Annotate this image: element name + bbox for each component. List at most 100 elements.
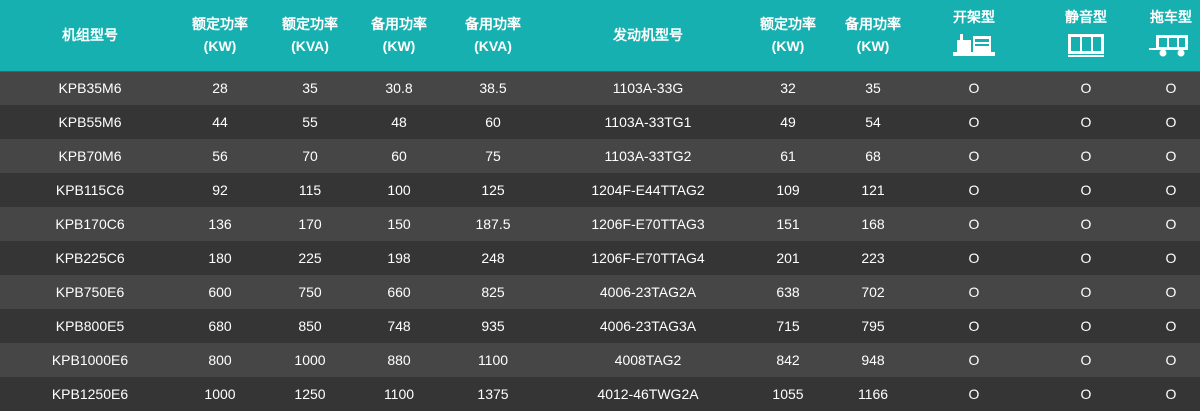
cell-silent: O [1080, 182, 1092, 198]
cell-open-frame: O [968, 386, 980, 402]
cell-trailer: O [1165, 318, 1177, 334]
cell-silent: O [1080, 318, 1092, 334]
table-row: KPB225C6 180 225 198 248 1206F-E70TTAG4 201 223… [0, 241, 1200, 275]
header-engine-rated-kw: 额定功率 (KW) [748, 0, 828, 71]
cell-standby-kw: 1100 [383, 386, 415, 402]
table-row: KPB70M6 56 70 60 75 1103A-33TG2 61 68 O O O [0, 139, 1200, 173]
cell-model: KPB1250E6 [51, 386, 129, 402]
cell-trailer: O [1165, 182, 1177, 198]
cell-rated-kw: 56 [212, 148, 228, 164]
cell-standby-kw: 150 [387, 216, 411, 232]
trailer-generator-icon [1149, 35, 1188, 57]
cell-engine-rated-kw: 201 [776, 250, 800, 266]
header-standby-kw-unit: (KW) [382, 38, 416, 55]
cell-engine-rated-kw: 151 [776, 216, 800, 232]
cell-engine-rated-kw: 61 [780, 148, 796, 164]
cell-standby-kva: 125 [481, 182, 505, 198]
header-standby-kva-label: 备用功率 [465, 16, 521, 33]
header-standby-kva: 备用功率 (KVA) [438, 0, 548, 71]
cell-rated-kva: 1000 [294, 352, 326, 368]
cell-engine: 4006-23TAG3A [599, 318, 697, 334]
cell-standby-kw: 660 [387, 284, 411, 300]
cell-model: KPB70M6 [58, 148, 122, 164]
cell-engine-standby-kw: 795 [861, 318, 885, 334]
cell-engine-standby-kw: 68 [865, 148, 881, 164]
cell-trailer: O [1142, 70, 1200, 105]
cell-engine-standby-kw: 54 [865, 114, 881, 130]
cell-engine-standby-kw: 168 [861, 216, 885, 232]
header-standby-kw: 备用功率 (KW) [360, 0, 438, 71]
cell-silent: O [1080, 114, 1092, 130]
cell-engine-rated-kw: 842 [776, 352, 800, 368]
table-row: KPB170C6 136 170 150 187.5 1206F-E70TTAG3 151 1… [0, 207, 1200, 241]
cell-engine: 1206F-E70TTAG3 [591, 216, 705, 232]
cell-engine: 1103A-33TG2 [604, 148, 692, 164]
table-row: KPB800E5 680 850 748 935 4006-23TAG3A 715 795 O O… [0, 309, 1200, 343]
table-row: KPB1000E6 800 1000 880 1100 4008TAG2 842 948 O O O [0, 343, 1200, 377]
cell-standby-kw: 880 [387, 352, 411, 368]
cell-engine: 1103A-33TG1 [604, 114, 692, 130]
cell-rated-kw: 600 [208, 284, 232, 300]
cell-rated-kva: 850 [298, 318, 322, 334]
header-silent: 静音型 [1030, 0, 1142, 71]
silent-generator-icon [1068, 34, 1104, 58]
open-frame-generator-icon [953, 34, 995, 57]
header-rated-kva: 额定功率 (KVA) [260, 0, 360, 71]
cell-engine-rated-kw: 638 [776, 284, 800, 300]
header-rated-kw-unit: (KW) [203, 38, 237, 55]
cell-standby-kva: 75 [485, 148, 501, 164]
cell-rated-kw: 28 [180, 70, 260, 105]
header-rated-kw-label: 额定功率 [192, 16, 248, 33]
header-rated-kva-label: 额定功率 [282, 16, 338, 33]
header-engine-standby-kw-label: 备用功率 [845, 16, 901, 33]
cell-trailer: O [1165, 216, 1177, 232]
cell-engine-standby-kw: 1166 [857, 386, 889, 402]
cell-model: KPB55M6 [58, 114, 122, 130]
cell-open-frame: O [968, 148, 980, 164]
cell-open-frame: O [968, 352, 980, 368]
cell-silent: O [1080, 148, 1092, 164]
cell-silent: O [1080, 352, 1092, 368]
generator-spec-table: 机组型号 额定功率 (KW) 额定功率 (KVA) 备用功率 (KW) 备用功率… [0, 0, 1200, 411]
cell-trailer: O [1165, 352, 1177, 368]
cell-engine-rated-kw: 32 [748, 70, 828, 105]
cell-open-frame: O [968, 284, 980, 300]
table-row: KPB115C6 92 115 100 125 1204F-E44TTAG2 109 121 O… [0, 173, 1200, 207]
header-standby-kva-unit: (KVA) [474, 38, 512, 55]
cell-silent: O [1080, 284, 1092, 300]
cell-engine: 1103A-33G [548, 70, 748, 105]
header-engine: 发动机型号 [613, 27, 683, 44]
cell-rated-kva: 225 [298, 250, 322, 266]
cell-silent: O [1080, 386, 1092, 402]
header-rated-kva-unit: (KVA) [291, 38, 329, 55]
cell-open-frame: O [968, 216, 980, 232]
cell-engine: 1206F-E70TTAG4 [591, 250, 705, 266]
header-engine-rated-kw-unit: (KW) [771, 38, 805, 55]
header-engine-standby-kw: 备用功率 (KW) [828, 0, 918, 71]
cell-model: KPB750E6 [55, 284, 125, 300]
cell-silent: O [1080, 250, 1092, 266]
cell-silent: O [1030, 70, 1142, 105]
cell-rated-kva: 170 [298, 216, 322, 232]
cell-rated-kw: 180 [208, 250, 232, 266]
cell-engine: 4012-46TWG2A [597, 386, 699, 402]
cell-model: KPB115C6 [55, 182, 125, 198]
cell-engine-rated-kw: 1055 [772, 386, 804, 402]
cell-trailer: O [1165, 148, 1177, 164]
cell-rated-kva: 55 [302, 114, 318, 130]
cell-model: KPB170C6 [55, 216, 125, 232]
cell-open-frame: O [968, 114, 980, 130]
header-trailer-label: 拖车型 [1150, 9, 1192, 26]
cell-standby-kw: 30.8 [360, 70, 438, 105]
cell-rated-kva: 1250 [294, 386, 326, 402]
cell-rated-kva: 70 [302, 148, 318, 164]
cell-engine-standby-kw: 121 [861, 182, 885, 198]
cell-engine: 4006-23TAG2A [599, 284, 697, 300]
header-silent-label: 静音型 [1065, 9, 1107, 26]
cell-model: KPB225C6 [55, 250, 125, 266]
cell-engine-standby-kw: 702 [861, 284, 885, 300]
cell-rated-kw: 44 [212, 114, 228, 130]
cell-engine-standby-kw: 223 [861, 250, 885, 266]
cell-model: KPB1000E6 [51, 352, 129, 368]
cell-standby-kw: 198 [387, 250, 411, 266]
